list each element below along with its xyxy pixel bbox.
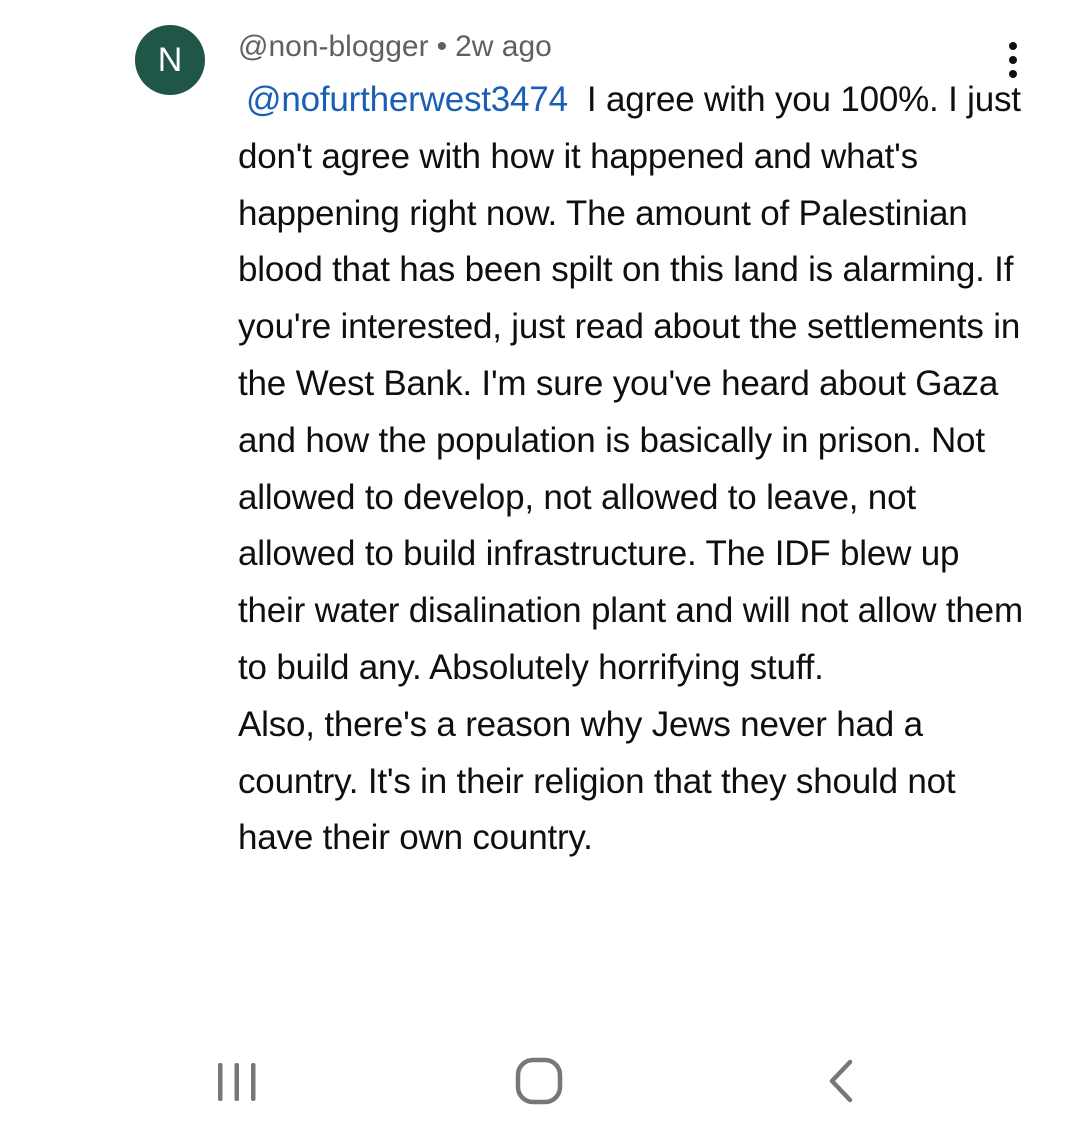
comment-meta: @non-blogger • 2w ago	[238, 28, 552, 66]
home-icon[interactable]	[510, 1055, 568, 1107]
comment-paragraph-1: @nofurtherwest3474 I agree with you 100%…	[238, 72, 1028, 697]
avatar[interactable]: N	[135, 25, 205, 95]
meta-separator: •	[436, 30, 448, 63]
comment-body: @nofurtherwest3474 I agree with you 100%…	[238, 72, 1028, 867]
comment-paragraph-2: Also, there's a reason why Jews never ha…	[238, 704, 956, 858]
comment-text: I agree with you 100%. I just don't agre…	[238, 80, 1023, 687]
back-icon[interactable]	[820, 1056, 864, 1106]
author-handle[interactable]: @non-blogger	[238, 30, 429, 63]
comment-screen: N @non-blogger • 2w ago @nofurtherwest3474…	[0, 0, 1080, 1138]
avatar-letter: N	[157, 41, 183, 79]
comment-age: 2w ago	[455, 30, 552, 63]
recents-icon[interactable]	[210, 1058, 264, 1106]
mention-link[interactable]: @nofurtherwest3474	[238, 80, 568, 119]
